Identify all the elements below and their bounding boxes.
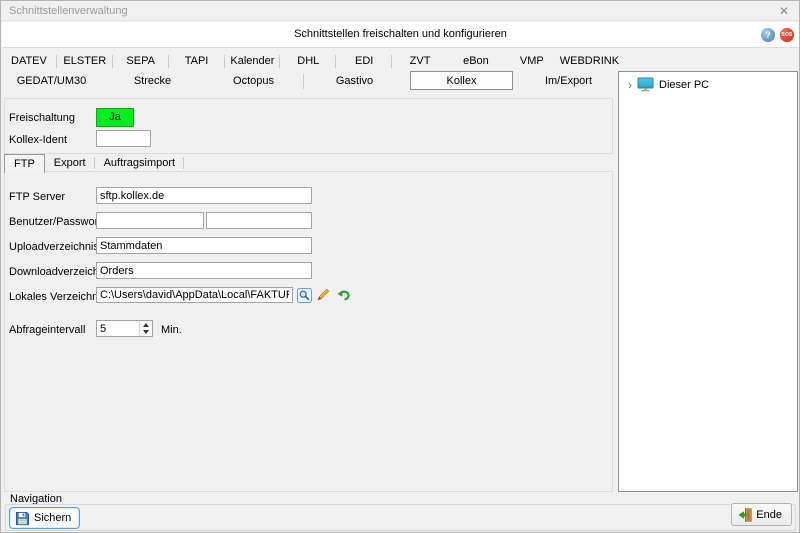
passwort-input[interactable] [206, 212, 312, 229]
exit-door-icon [738, 508, 752, 522]
tab-octopus[interactable]: Octopus [203, 71, 304, 92]
spinner-up-icon[interactable] [140, 321, 151, 329]
tree-item-label: Dieser PC [659, 79, 709, 91]
edit-path-button[interactable] [316, 287, 331, 302]
ftp-sub-tabs: FTP Export Auftragsimport [4, 154, 184, 172]
tab-edi[interactable]: EDI [336, 52, 392, 71]
chevron-right-icon[interactable]: › [628, 80, 632, 90]
freischaltung-status-button[interactable]: Ja [96, 108, 134, 127]
computer-icon [637, 77, 654, 92]
freischaltung-label: Freischaltung [9, 112, 75, 124]
benutzer-input[interactable] [96, 212, 204, 229]
end-button-label: Ende [756, 509, 782, 521]
tab-kalender[interactable]: Kalender [225, 52, 281, 71]
abfrageintervall-spinner [96, 320, 153, 337]
help-icon[interactable]: ? [761, 28, 775, 42]
reset-path-button[interactable] [336, 288, 351, 303]
tab-vmp[interactable]: VMP [504, 52, 560, 71]
pencil-icon [316, 287, 331, 302]
tab-im-export[interactable]: Im/Export [518, 71, 619, 92]
subtab-ftp[interactable]: FTP [4, 154, 45, 173]
directory-tree-panel[interactable]: › Dieser PC [618, 71, 798, 492]
save-button[interactable]: Sichern [9, 507, 80, 529]
uploadverzeichnis-label: Uploadverzeichnis [9, 241, 99, 253]
tab-gastivo[interactable]: Gastivo [304, 71, 405, 92]
end-button[interactable]: Ende [731, 503, 792, 526]
tab-sepa[interactable]: SEPA [113, 52, 169, 71]
save-button-label: Sichern [34, 512, 71, 524]
sos-icon[interactable]: SOS [780, 28, 794, 42]
schnittstellenverwaltung-window: Schnittstellenverwaltung ✕ Schnittstelle… [0, 0, 800, 533]
tab-datev[interactable]: DATEV [1, 52, 57, 71]
ftp-server-input[interactable] [96, 187, 312, 204]
title-bar: Schnittstellenverwaltung ✕ [1, 1, 799, 21]
subtab-auftragsimport[interactable]: Auftragsimport [95, 154, 185, 172]
floppy-disk-icon [15, 511, 30, 526]
uploadverzeichnis-input[interactable] [96, 237, 312, 254]
undo-arrow-icon [336, 288, 351, 303]
benutzer-passwort-label: Benutzer/Passwort [9, 216, 101, 228]
tab-tapi[interactable]: TAPI [169, 52, 225, 71]
ftp-server-label: FTP Server [9, 191, 65, 203]
intervall-unit-label: Min. [161, 324, 182, 336]
interface-tab-row-1: DATEV ELSTER SEPA TAPI Kalender DHL EDI … [1, 52, 619, 71]
tree-item-dieser-pc[interactable]: › Dieser PC [619, 72, 797, 92]
spinner-down-icon[interactable] [140, 329, 151, 337]
navigation-groupbox [5, 504, 796, 531]
tab-zvt[interactable]: ZVT [392, 52, 448, 71]
spinner-buttons [139, 321, 151, 336]
window-title: Schnittstellenverwaltung [9, 5, 128, 17]
downloadverzeichnis-input[interactable] [96, 262, 312, 279]
kollex-ident-label: Kollex-Ident [9, 134, 67, 146]
close-icon[interactable]: ✕ [775, 3, 793, 19]
tab-kollex[interactable]: Kollex [410, 71, 513, 90]
abfrageintervall-label: Abfrageintervall [9, 324, 85, 336]
magnifier-icon [297, 288, 312, 303]
header-title: Schnittstellen freischalten und konfigur… [2, 28, 799, 40]
lokales-verzeichnis-input[interactable] [96, 287, 293, 303]
lokales-verzeichnis-label: Lokales Verzeichnis [9, 291, 106, 303]
browse-folder-button[interactable] [297, 288, 312, 303]
tab-elster[interactable]: ELSTER [57, 52, 113, 71]
tab-dhl[interactable]: DHL [280, 52, 336, 71]
tab-webdrink[interactable]: WEBDRINK [560, 52, 619, 71]
header: Schnittstellen freischalten und konfigur… [2, 22, 799, 48]
interface-tab-row-2: GEDAT/UM30 Strecke Octopus Gastivo Kolle… [1, 71, 619, 92]
tab-strecke[interactable]: Strecke [102, 71, 203, 92]
tab-gedat-um30[interactable]: GEDAT/UM30 [1, 71, 102, 92]
subtab-export[interactable]: Export [45, 154, 95, 172]
tab-ebon[interactable]: eBon [448, 52, 504, 71]
kollex-ident-input[interactable] [96, 130, 151, 147]
